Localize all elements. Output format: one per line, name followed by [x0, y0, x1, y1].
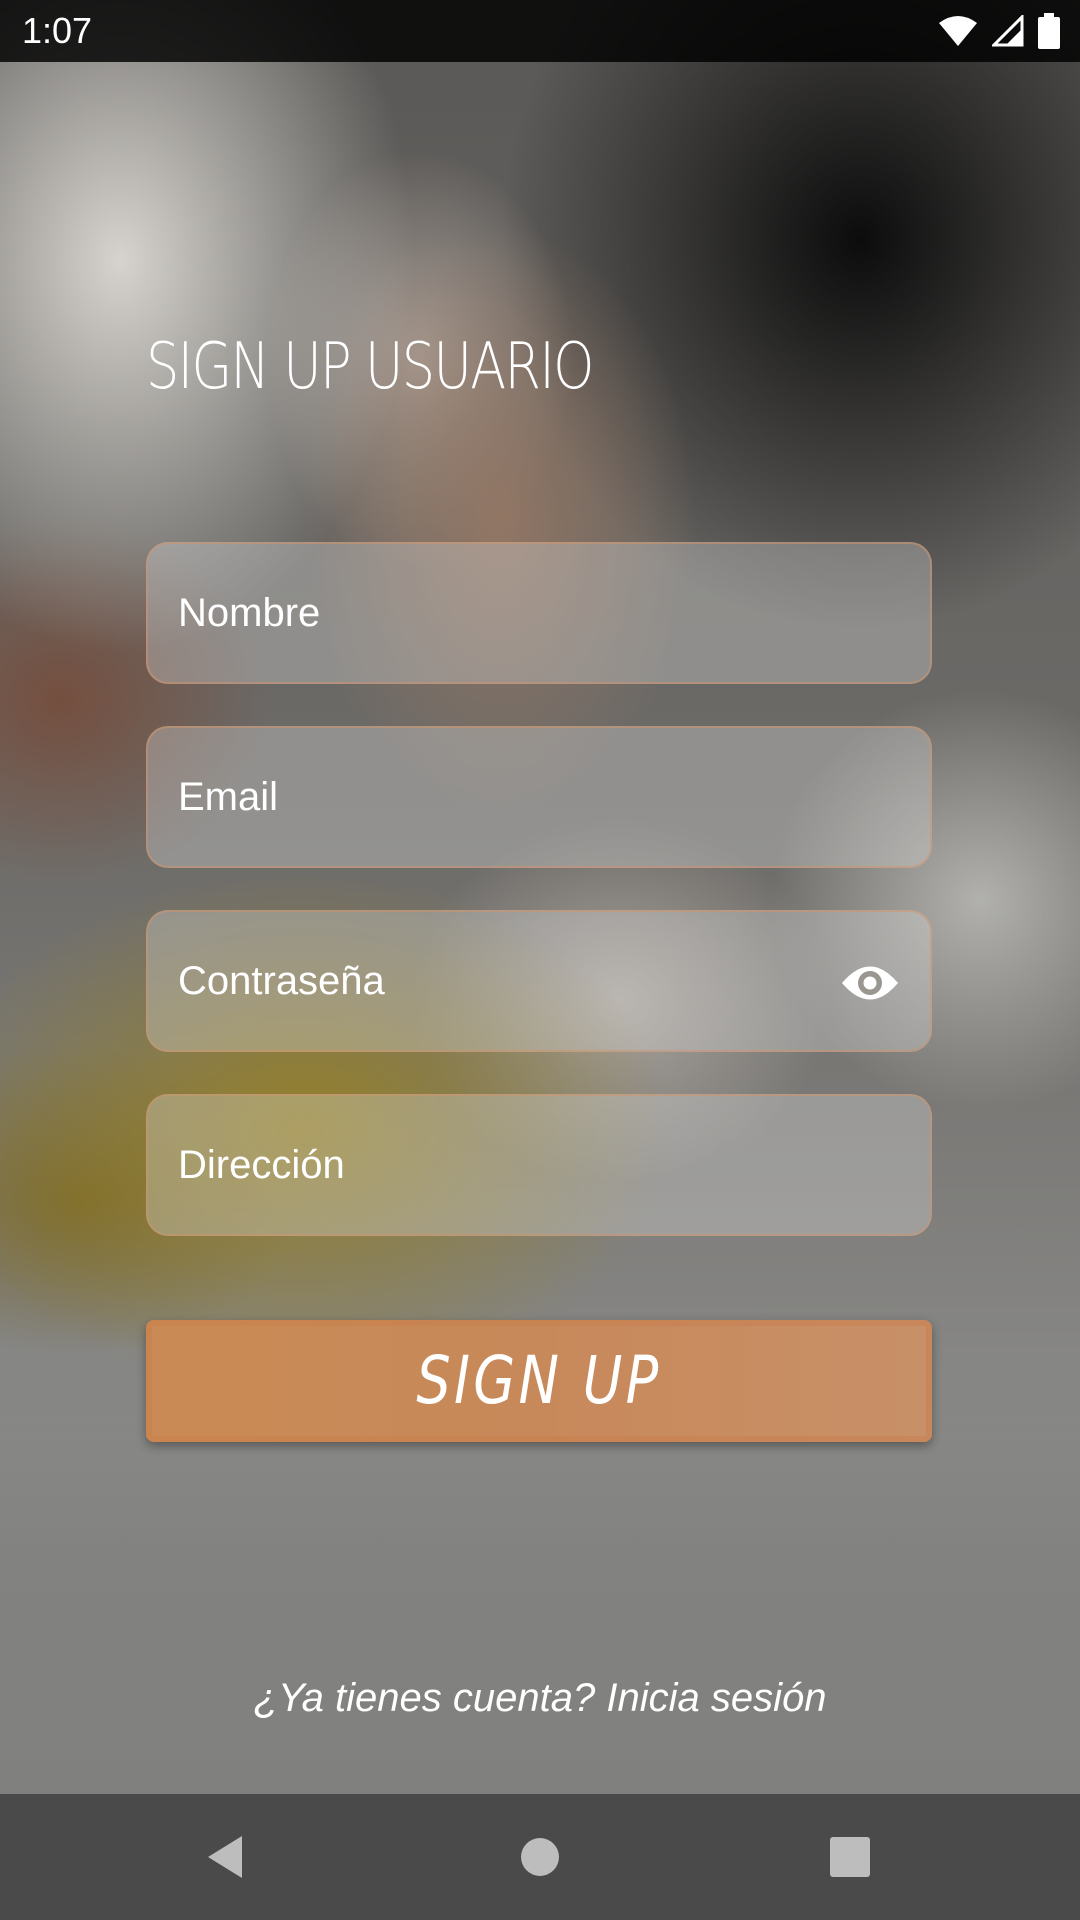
recents-icon[interactable]	[815, 1822, 885, 1892]
password-field[interactable]	[146, 910, 932, 1052]
cell-signal-icon	[992, 15, 1024, 47]
password-input[interactable]	[178, 912, 878, 1050]
battery-icon	[1038, 13, 1060, 49]
nombre-field[interactable]	[146, 542, 932, 684]
navigation-bar	[0, 1794, 1080, 1920]
status-time: 1:07	[22, 10, 93, 51]
wifi-icon	[938, 15, 978, 47]
login-link[interactable]: ¿Ya tienes cuenta? Inicia sesión	[0, 1676, 1080, 1721]
page-title: SIGN UP USUARIO	[146, 330, 594, 404]
email-input[interactable]	[178, 728, 878, 866]
eye-icon[interactable]	[840, 956, 900, 1010]
back-icon[interactable]	[190, 1822, 260, 1892]
nombre-input[interactable]	[178, 544, 878, 682]
sign-up-button[interactable]: SIGN UP	[146, 1320, 932, 1442]
direccion-field[interactable]	[146, 1094, 932, 1236]
status-icons	[938, 12, 1060, 50]
status-bar: 1:07	[0, 0, 1080, 62]
direccion-input[interactable]	[178, 1096, 878, 1234]
signup-screen: 1:07 SIGN UP USUARIO Nombre Email Direcc…	[0, 0, 1080, 1920]
sign-up-button-label: SIGN UP	[416, 1342, 662, 1419]
email-field[interactable]	[146, 726, 932, 868]
home-icon[interactable]	[505, 1822, 575, 1892]
